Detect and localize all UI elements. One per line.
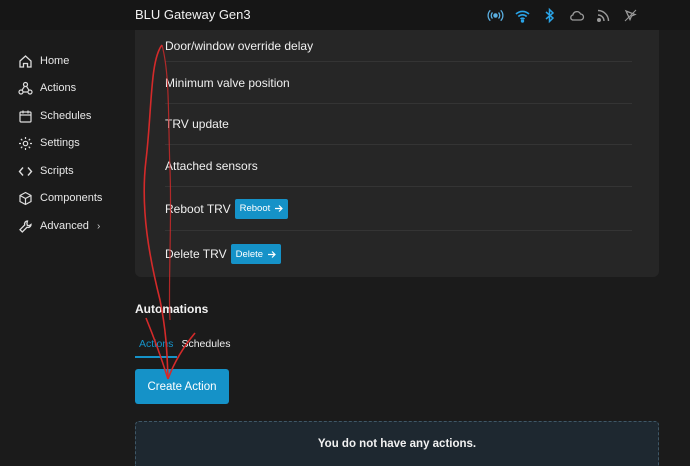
sidebar-item-settings[interactable]: Settings <box>18 134 80 152</box>
arrow-right-icon <box>275 205 284 212</box>
automation-tabs: Actions Schedules <box>135 334 234 358</box>
tab-actions[interactable]: Actions <box>135 334 178 358</box>
reboot-button-label: Reboot <box>239 203 271 214</box>
rss-icon <box>595 7 612 24</box>
automations-title: Automations <box>135 302 209 316</box>
row-label: TRV update <box>165 117 229 131</box>
radio-icon <box>487 7 504 24</box>
sidebar-item-label: Actions <box>40 82 77 94</box>
row-label: Door/window override delay <box>165 38 314 53</box>
calendar-icon <box>18 109 33 124</box>
tab-schedules[interactable]: Schedules <box>177 334 234 358</box>
row-label: Attached sensors <box>165 158 258 173</box>
sidebar-item-label: Scripts <box>40 165 74 177</box>
cloud-icon <box>568 7 585 24</box>
sidebar-item-scripts[interactable]: Scripts <box>18 162 74 180</box>
sidebar-item-label: Home <box>40 55 70 67</box>
sidebar-item-actions[interactable]: Actions <box>18 79 76 97</box>
arrow-right-icon <box>268 250 276 258</box>
delete-button-label: Delete <box>235 248 264 260</box>
chevron-right-icon: › <box>96 220 101 232</box>
sidebar-item-schedules[interactable]: Schedules <box>18 107 91 125</box>
empty-actions-message: You do not have any actions. <box>135 421 659 466</box>
home-icon <box>18 54 33 69</box>
sidebar-item-label: Schedules <box>40 110 92 122</box>
settings-row-delete-trv: Delete TRV Delete <box>165 231 632 277</box>
top-bar: BLU Gateway Gen3 <box>0 0 690 30</box>
sidebar-item-advanced[interactable]: Advanced › <box>18 217 100 235</box>
create-action-button[interactable]: Create Action <box>135 369 229 404</box>
sidebar-item-label: Components <box>40 192 103 204</box>
wifi-icon <box>514 7 531 24</box>
row-label: Reboot TRV <box>165 201 231 216</box>
actions-icon <box>18 81 33 96</box>
sidebar-item-label: Settings <box>40 137 80 149</box>
wrench-icon <box>18 219 33 234</box>
row-label: Delete TRV <box>165 247 227 261</box>
pointer-icon <box>622 7 639 24</box>
cube-icon <box>18 191 33 206</box>
settings-row-min-valve[interactable]: Minimum valve position <box>165 62 632 104</box>
settings-row-trv-update[interactable]: TRV update <box>165 104 632 145</box>
gear-icon <box>18 136 33 151</box>
delete-button[interactable]: Delete <box>230 244 282 264</box>
sidebar: Home Actions Schedules Settings Scripts … <box>0 30 120 466</box>
reboot-button[interactable]: Reboot <box>234 198 289 219</box>
settings-row-door-window-delay[interactable]: Door/window override delay <box>165 30 632 62</box>
sidebar-item-label: Advanced <box>40 220 89 232</box>
app-title: BLU Gateway Gen3 <box>135 7 251 22</box>
code-icon <box>18 164 33 179</box>
settings-row-attached-sensors[interactable]: Attached sensors <box>165 145 632 187</box>
sidebar-item-home[interactable]: Home <box>18 52 69 70</box>
bluetooth-icon <box>541 7 558 24</box>
status-icons <box>487 7 639 24</box>
settings-row-reboot-trv: Reboot TRV Reboot <box>165 187 632 231</box>
row-label: Minimum valve position <box>165 75 290 90</box>
settings-card: Door/window override delay Minimum valve… <box>135 30 659 277</box>
sidebar-item-components[interactable]: Components <box>18 189 102 207</box>
